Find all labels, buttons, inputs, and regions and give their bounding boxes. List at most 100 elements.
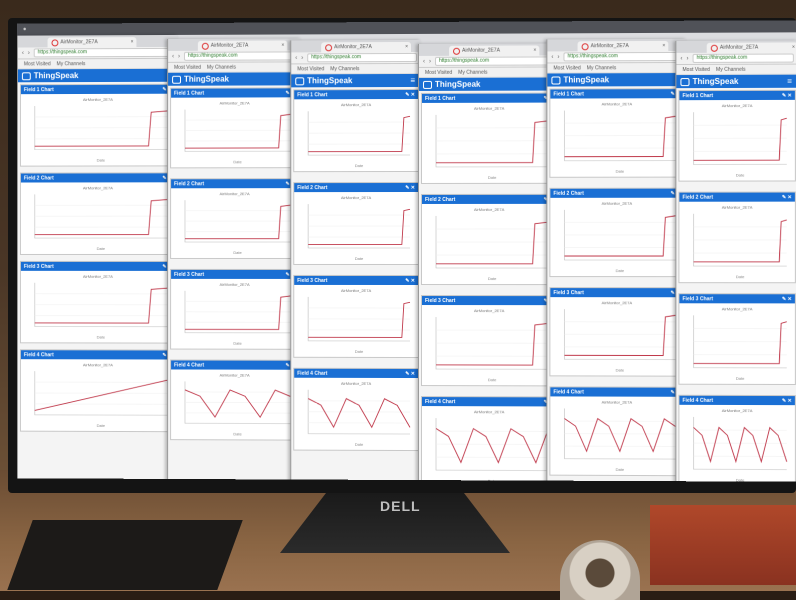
bookmark-my-channels[interactable]: My Channels	[716, 66, 746, 72]
app-name: ThingSpeak	[435, 80, 480, 89]
close-icon[interactable]: ×	[131, 39, 134, 45]
browser-window[interactable]: AirMonitor_2E7A × ‹ › https://thingspeak…	[290, 40, 421, 482]
back-icon[interactable]: ‹	[22, 50, 24, 56]
field-chart-body: DateAirMonitor_2E7A	[294, 192, 418, 264]
field-chart-body: DateAirMonitor_2E7A	[171, 279, 298, 349]
bookmarks-bar: Most Visited My Channels	[676, 65, 796, 75]
field-chart-title: Field 1 Chart	[24, 87, 54, 93]
chart-options-icon[interactable]: ✎ ✕	[782, 296, 792, 302]
bookmark-most-visited[interactable]: Most Visited	[174, 64, 201, 70]
bookmark-most-visited[interactable]: Most Visited	[297, 66, 324, 72]
close-icon[interactable]: ×	[662, 43, 665, 49]
bookmark-most-visited[interactable]: Most Visited	[553, 65, 580, 71]
field-chart-title: Field 4 Chart	[24, 352, 54, 358]
browser-tab[interactable]: AirMonitor_2E7A ×	[578, 41, 669, 51]
tab-bar: AirMonitor_2E7A ×	[419, 43, 559, 56]
forward-icon[interactable]: ›	[301, 55, 303, 61]
url-field[interactable]: https://thingspeak.com	[307, 53, 417, 62]
field-charts: Field 1 Chart✎ ✕DateAirMonitor_2E7AField…	[291, 87, 421, 463]
forward-icon[interactable]: ›	[686, 55, 688, 61]
browser-window[interactable]: AirMonitor_2E7A × ‹ › https://thingspeak…	[167, 38, 301, 481]
chart-options-icon[interactable]: ✎ ✕	[782, 194, 792, 200]
bookmark-my-channels[interactable]: My Channels	[587, 65, 616, 71]
chart-options-icon[interactable]: ✎ ✕	[782, 92, 792, 98]
field-chart-panel: Field 1 Chart✎ ✕DateAirMonitor_2E7A	[170, 87, 299, 168]
browser-window[interactable]: AirMonitor_2E7A × ‹ › https://thingspeak…	[17, 35, 178, 479]
url-field[interactable]: https://thingspeak.com	[435, 56, 555, 65]
chart-options-icon[interactable]: ✎ ✕	[405, 371, 415, 377]
back-icon[interactable]: ‹	[172, 53, 174, 59]
forward-icon[interactable]: ›	[429, 58, 431, 64]
close-icon[interactable]: ×	[405, 44, 408, 50]
field-chart-title: Field 3 Chart	[553, 290, 583, 296]
url-field[interactable]: https://thingspeak.com	[693, 54, 794, 63]
url-field[interactable]: https://thingspeak.com	[563, 52, 682, 61]
chart-options-icon[interactable]: ✎ ✕	[405, 278, 415, 284]
line-chart: Date	[679, 202, 794, 283]
browser-window[interactable]: AirMonitor_2E7A × ‹ › https://thingspeak…	[675, 40, 796, 481]
back-icon[interactable]: ‹	[423, 58, 425, 64]
chart-series-line	[694, 220, 787, 262]
browser-tab[interactable]: AirMonitor_2E7A ×	[707, 42, 796, 52]
url-field[interactable]: https://thingspeak.com	[34, 48, 174, 57]
tab-bar: AirMonitor_2E7A ×	[547, 39, 686, 52]
field-chart-title: Field 2 Chart	[553, 190, 583, 196]
bookmark-most-visited[interactable]: Most Visited	[682, 66, 709, 72]
menu-icon[interactable]: ≡	[787, 77, 792, 86]
chart-options-icon[interactable]: ✎ ✕	[405, 184, 415, 190]
close-icon[interactable]: ×	[792, 44, 795, 50]
field-chart-header: Field 3 Chart✎ ✕	[422, 296, 556, 305]
chart-title: AirMonitor_2E7A	[422, 409, 556, 414]
field-chart-body: DateAirMonitor_2E7A	[550, 297, 683, 376]
back-icon[interactable]: ‹	[551, 54, 553, 60]
field-chart-header: Field 4 Chart✎ ✕	[422, 397, 556, 406]
browser-window[interactable]: AirMonitor_2E7A × ‹ › https://thingspeak…	[546, 39, 686, 482]
bookmark-most-visited[interactable]: Most Visited	[425, 69, 452, 75]
field-chart-title: Field 2 Chart	[174, 181, 204, 187]
chart-title: AirMonitor_2E7A	[550, 101, 683, 106]
thingspeak-header: ThingSpeak ≡	[676, 75, 796, 88]
field-chart-header: Field 3 Chart✎ ✕	[171, 270, 298, 279]
field-chart-body: DateAirMonitor_2E7A	[679, 405, 794, 482]
url-field[interactable]: https://thingspeak.com	[184, 51, 297, 60]
field-chart-header: Field 3 Chart✎ ✕	[679, 294, 794, 303]
menu-icon[interactable]: ≡	[410, 76, 415, 85]
close-icon[interactable]: ×	[281, 42, 284, 48]
browser-tab[interactable]: AirMonitor_2E7A ×	[449, 45, 539, 55]
field-chart-panel: Field 2 Chart✎ ✕DateAirMonitor_2E7A	[549, 188, 684, 277]
browser-window[interactable]: AirMonitor_2E7A × ‹ › https://thingspeak…	[418, 43, 559, 481]
bookmark-my-channels[interactable]: My Channels	[330, 66, 359, 72]
field-chart-header: Field 2 Chart✎ ✕	[679, 193, 794, 202]
chart-options-icon[interactable]: ✎ ✕	[782, 398, 792, 404]
back-icon[interactable]: ‹	[680, 55, 682, 61]
line-chart: Date	[294, 378, 418, 450]
close-icon[interactable]: ×	[533, 47, 536, 53]
forward-icon[interactable]: ›	[178, 53, 180, 59]
line-chart: Date	[679, 405, 794, 482]
back-icon[interactable]: ‹	[295, 55, 297, 61]
field-charts: Field 1 Chart✎ ✕DateAirMonitor_2E7A Field…	[676, 88, 796, 482]
app-name: ThingSpeak	[693, 77, 739, 86]
monitor-screen: ● AirMonitor_2E7A × ‹ › https://thingspe…	[17, 20, 796, 481]
field-chart-header: Field 2 Chart✎ ✕	[294, 183, 418, 192]
bookmark-my-channels[interactable]: My Channels	[57, 61, 86, 67]
field-chart-panel: Field 1 Chart✎ ✕DateAirMonitor_2E7A	[678, 90, 795, 182]
browser-tab[interactable]: AirMonitor_2E7A ×	[48, 37, 137, 47]
chart-title: AirMonitor_2E7A	[171, 100, 298, 105]
field-chart-title: Field 4 Chart	[553, 389, 583, 395]
field-chart-header: Field 2 Chart✎ ✕	[21, 173, 175, 182]
forward-icon[interactable]: ›	[28, 50, 30, 56]
browser-tab[interactable]: AirMonitor_2E7A ×	[198, 40, 287, 50]
x-axis-label: Date	[355, 256, 364, 261]
bookmark-my-channels[interactable]: My Channels	[207, 64, 236, 70]
chart-options-icon[interactable]: ✎ ✕	[405, 91, 415, 97]
field-charts: Field 1 Chart✎ ✕DateAirMonitor_2E7AField…	[18, 82, 178, 440]
forward-icon[interactable]: ›	[557, 54, 559, 60]
app-name: ThingSpeak	[307, 76, 352, 85]
tab-favicon-icon	[582, 43, 589, 50]
apple-icon[interactable]: ●	[23, 27, 27, 33]
bookmark-most-visited[interactable]: Most Visited	[24, 61, 51, 67]
bookmark-my-channels[interactable]: My Channels	[458, 69, 487, 75]
tab-bar: AirMonitor_2E7A ×	[291, 40, 421, 53]
browser-tab[interactable]: AirMonitor_2E7A ×	[321, 42, 411, 52]
